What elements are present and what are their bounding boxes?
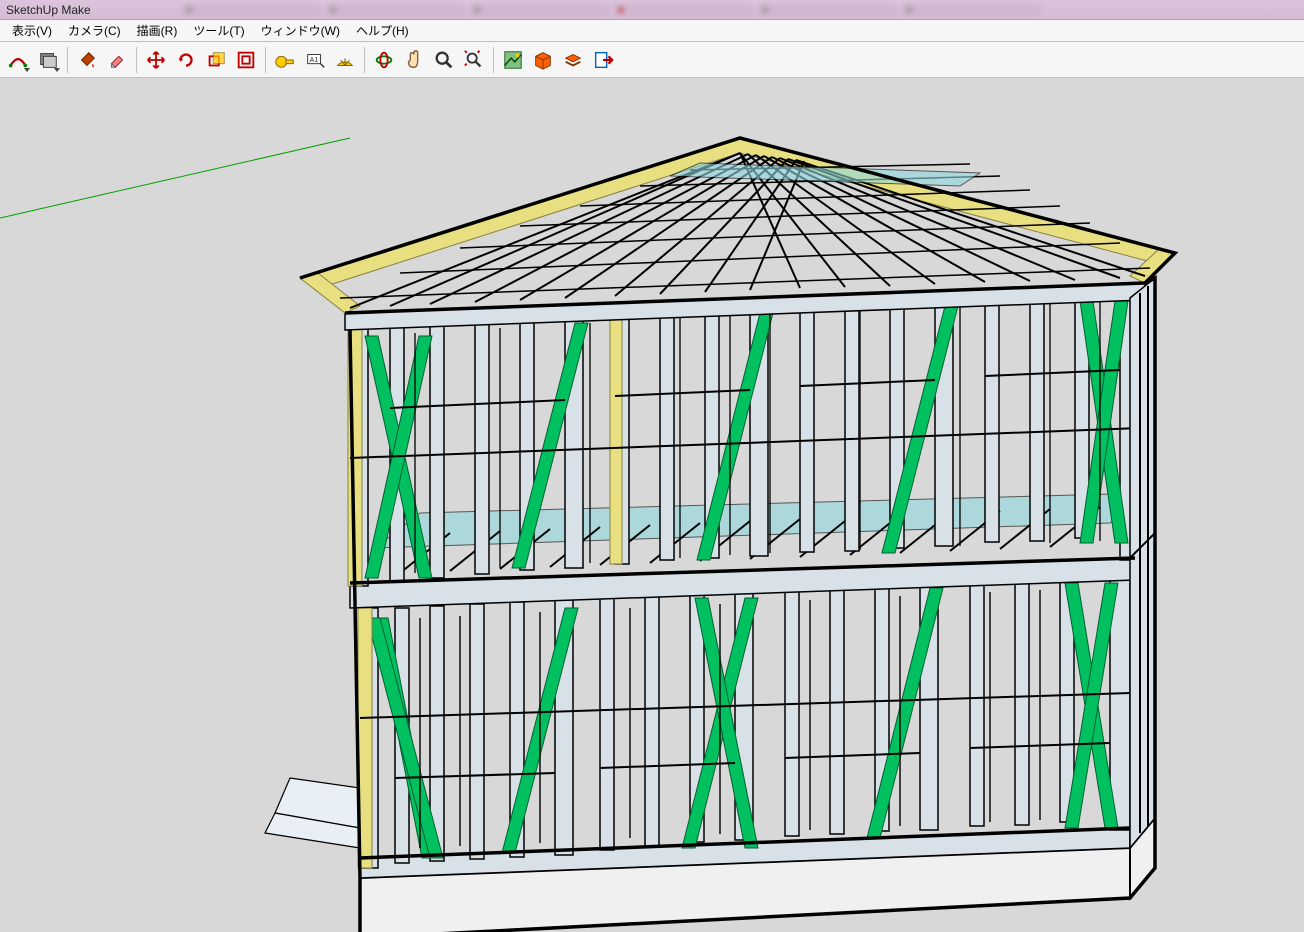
menu-window[interactable]: ウィンドウ(W) xyxy=(253,20,348,41)
viewport-3d[interactable] xyxy=(0,78,1304,932)
right-wall xyxy=(1130,278,1155,848)
menubar: 表示(V) カメラ(C) 描画(R) ツール(T) ウィンドウ(W) ヘルプ(H… xyxy=(0,20,1304,42)
move-tool[interactable] xyxy=(142,46,170,74)
paint-bucket-tool[interactable] xyxy=(73,46,101,74)
offset-tool[interactable] xyxy=(232,46,260,74)
menu-help[interactable]: ヘルプ(H) xyxy=(348,20,417,41)
shapes-tool[interactable] xyxy=(34,46,62,74)
layers-tool[interactable] xyxy=(559,46,587,74)
text-tool[interactable]: A1 xyxy=(301,46,329,74)
toolbar: A1 xyxy=(0,42,1304,78)
app-title: SketchUp Make xyxy=(6,3,91,17)
eraser-tool[interactable] xyxy=(103,46,131,74)
position-camera-tool[interactable] xyxy=(499,46,527,74)
titlebar: SketchUp Make xyxy=(0,0,1304,20)
menu-tools[interactable]: ツール(T) xyxy=(185,20,252,41)
top-plate xyxy=(345,283,1145,330)
background-tabs xyxy=(181,3,1041,17)
zoom-tool[interactable] xyxy=(430,46,458,74)
arc-tool[interactable] xyxy=(4,46,32,74)
rotate-tool[interactable] xyxy=(172,46,200,74)
svg-text:A1: A1 xyxy=(310,54,319,63)
menu-view[interactable]: 表示(V) xyxy=(4,20,60,41)
menu-camera[interactable]: カメラ(C) xyxy=(60,20,129,41)
orbit-tool[interactable] xyxy=(370,46,398,74)
pan-tool[interactable] xyxy=(400,46,428,74)
menu-draw[interactable]: 描画(R) xyxy=(129,20,186,41)
zoom-extents-tool[interactable] xyxy=(460,46,488,74)
export-tool[interactable] xyxy=(589,46,617,74)
protractor-tool[interactable] xyxy=(331,46,359,74)
tape-measure-tool[interactable] xyxy=(271,46,299,74)
axis-line xyxy=(0,138,350,218)
section-tool[interactable] xyxy=(529,46,557,74)
scale-tool[interactable] xyxy=(202,46,230,74)
